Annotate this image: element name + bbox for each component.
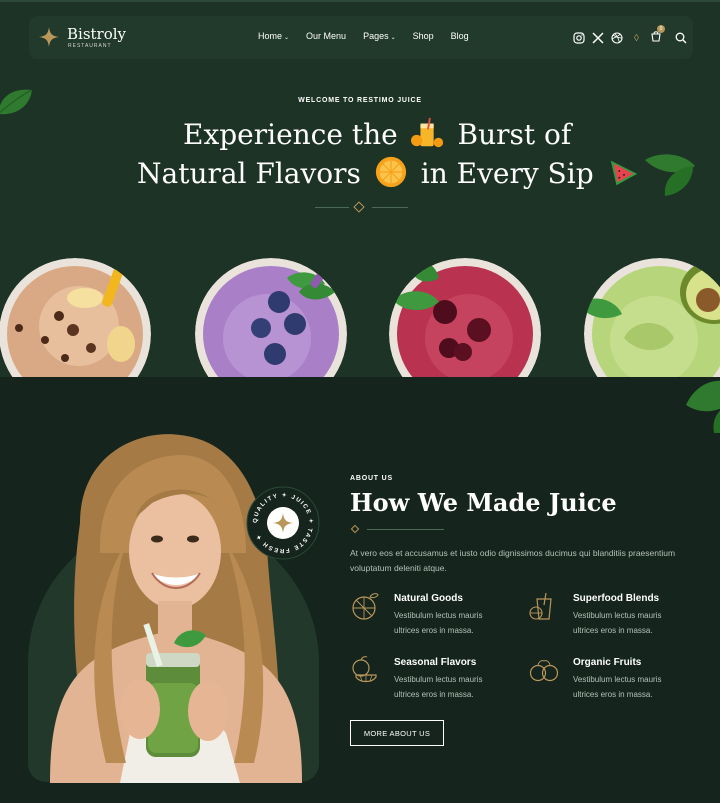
- feature-natural-goods: Natural Goods Vestibulum lectus mauris u…: [350, 591, 510, 643]
- headline-text-c: Natural Flavors: [137, 157, 361, 190]
- juice-glass-icon: [529, 592, 552, 620]
- cart-button[interactable]: 0: [650, 25, 665, 47]
- nav-item-shop[interactable]: Shop: [413, 31, 434, 45]
- feature-title: Natural Goods: [394, 593, 463, 604]
- juice-glass-emoji-icon: [410, 117, 443, 148]
- nav-label-pages: Pages: [363, 31, 389, 41]
- orange-slice-icon: [352, 593, 379, 620]
- nav-item-our-menu[interactable]: Our Menu: [306, 31, 346, 45]
- feature-description: Vestibulum lectus mauris ultrices eros i…: [394, 611, 483, 635]
- cart-count-badge: 0: [656, 25, 665, 33]
- about-divider-diamond: [350, 524, 360, 534]
- watermelon-emoji-icon: [610, 160, 637, 186]
- x-twitter-icon[interactable]: [592, 32, 604, 44]
- chevron-down-icon: ⌄: [284, 35, 290, 41]
- leaf-decoration-right: [645, 154, 695, 196]
- search-icon[interactable]: [675, 32, 687, 44]
- headline-text-a: Experience the: [183, 118, 398, 151]
- avocado-smoothie-image: [584, 258, 720, 377]
- quality-juice-badge: QUALITY ✦ JUICE ✦ TASTE FRESH ✦: [246, 486, 320, 560]
- headline-text-d: in Every Sip: [420, 157, 594, 190]
- feature-title: Seasonal Flavors: [394, 657, 477, 668]
- fruit-basket-icon: [352, 656, 377, 683]
- chevron-down-icon: ⌄: [390, 35, 396, 41]
- chocolate-banana-smoothie-image: [0, 258, 151, 377]
- top-border: [0, 0, 720, 2]
- about-description: At vero eos et accusamus et iusto odio d…: [350, 548, 676, 573]
- headline-text-b: Burst of: [457, 118, 572, 151]
- brand-logo[interactable]: Bistroly RESTAURANT: [39, 25, 149, 51]
- orange-slice-emoji-icon: [375, 156, 406, 188]
- nav-item-home[interactable]: Home ⌄: [258, 31, 289, 45]
- header-actions: ◊ 0: [573, 25, 687, 47]
- hero-headline-line-2: Natural Flavors in Every Sip: [137, 155, 641, 190]
- feature-description: Vestibulum lectus mauris ultrices eros i…: [394, 675, 483, 699]
- nav-label-home: Home: [258, 31, 283, 41]
- brand-name: Bistroly: [67, 25, 127, 43]
- apple-pair-icon: [529, 660, 559, 682]
- blueberry-smoothie-image: [195, 258, 347, 377]
- hero-divider-diamond: [353, 201, 365, 213]
- four-point-star-icon: [39, 27, 59, 47]
- cherry-smoothie-image: [389, 258, 541, 377]
- hero-divider-left: [315, 207, 349, 208]
- feature-description: Vestibulum lectus mauris ultrices eros i…: [573, 611, 662, 635]
- hero-headline-line-1: Experience the Burst of: [183, 116, 571, 151]
- nav-item-pages[interactable]: Pages ⌄: [363, 31, 396, 45]
- hero-section: Bistroly RESTAURANT Home ⌄ Our Menu Pages…: [0, 0, 720, 377]
- more-about-us-button[interactable]: MORE ABOUT US: [350, 720, 444, 746]
- navbar: Bistroly RESTAURANT Home ⌄ Our Menu Pages…: [29, 16, 693, 59]
- about-divider-line: [367, 529, 444, 530]
- instagram-icon[interactable]: [573, 32, 585, 44]
- feature-title: Organic Fruits: [573, 657, 642, 668]
- about-kicker: ABOUT US: [350, 475, 393, 482]
- leaf-decoration-corner: [686, 380, 720, 433]
- feature-superfood-blends: Superfood Blends Vestibulum lectus mauri…: [529, 591, 689, 643]
- hero-divider-right: [372, 207, 408, 208]
- feature-organic-fruits: Organic Fruits Vestibulum lectus mauris …: [529, 655, 689, 707]
- hero-kicker: WELCOME TO RESTIMO JUICE: [298, 97, 422, 104]
- main-menu: Home ⌄ Our Menu Pages ⌄ Shop Blog: [258, 31, 469, 45]
- dribbble-icon[interactable]: [611, 32, 623, 44]
- about-title: How We Made Juice: [350, 488, 617, 517]
- feature-seasonal-flavors: Seasonal Flavors Vestibulum lectus mauri…: [350, 655, 510, 707]
- feature-title: Superfood Blends: [573, 593, 660, 604]
- about-section: QUALITY ✦ JUICE ✦ TASTE FRESH ✦ ABOUT US…: [0, 377, 720, 803]
- brand-tagline: RESTAURANT: [68, 43, 112, 49]
- nav-item-blog[interactable]: Blog: [451, 31, 469, 45]
- feature-description: Vestibulum lectus mauris ultrices eros i…: [573, 675, 662, 699]
- diamond-separator: ◊: [634, 32, 639, 44]
